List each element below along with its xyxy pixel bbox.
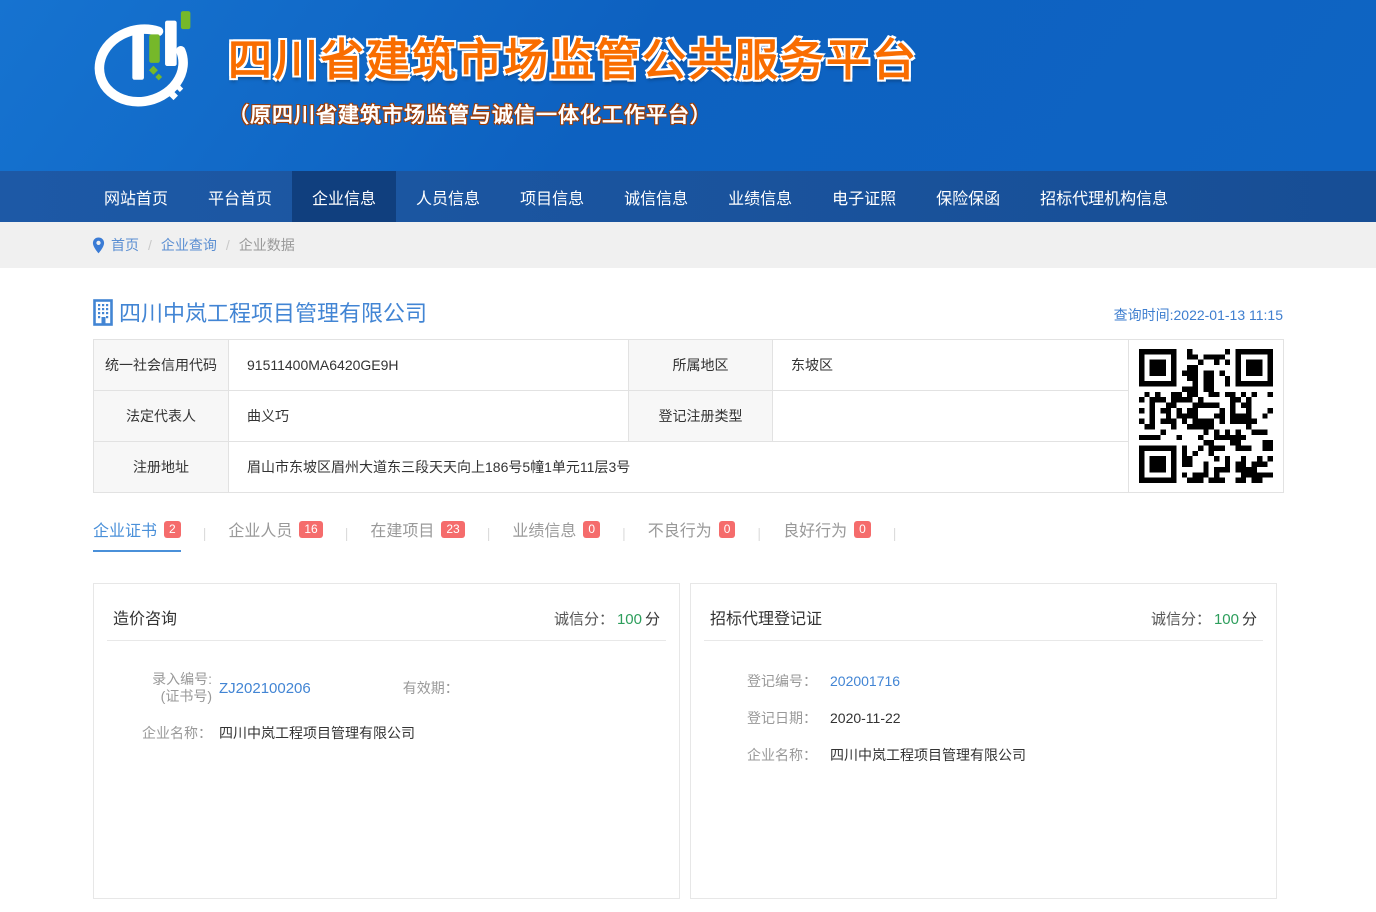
location-pin-icon [92, 237, 105, 254]
tab-enterprise-certificates[interactable]: 企业证书 2 [93, 517, 181, 552]
breadcrumb-enterprise-search[interactable]: 企业查询 [161, 235, 217, 255]
nav-item-credit-info[interactable]: 诚信信息 [604, 171, 708, 222]
qr-cell [1129, 340, 1284, 493]
certificate-cards: 造价咨询 诚信分：100分 录入编号: (证书号) ZJ202100206 有效… [93, 583, 1283, 899]
tab-performance-info[interactable]: 业绩信息 0 [512, 517, 600, 552]
field-value: 四川中岚工程项目管理有限公司 [830, 745, 1026, 765]
count-badge: 0 [854, 521, 871, 538]
tab-enterprise-personnel[interactable]: 企业人员 16 [228, 517, 322, 552]
card-body: 登记编号： 202001716 登记日期： 2020-11-22 企业名称： 四… [691, 641, 1276, 765]
field-row-company-name: 企业名称： 四川中岚工程项目管理有限公司 [747, 745, 1276, 765]
query-time: 查询时间:2022-01-13 11:15 [1114, 305, 1283, 328]
credit-score-value: 100 [617, 611, 642, 628]
tab-separator: | [345, 525, 349, 552]
nav-item-platform-home[interactable]: 平台首页 [188, 171, 292, 222]
main-content: 四川中岚工程项目管理有限公司 查询时间:2022-01-13 11:15 统一社… [93, 296, 1283, 912]
main-nav: 网站首页 平台首页 企业信息 人员信息 项目信息 诚信信息 业绩信息 电子证照 … [0, 171, 1376, 222]
value-region: 东坡区 [773, 340, 1129, 391]
qr-code [1129, 349, 1283, 483]
field-label: 登记编号： [747, 671, 829, 691]
site-header: 四川省建筑市场监管公共服务平台 （原四川省建筑市场监管与诚信一体化工作平台） [0, 0, 1376, 171]
validity-label: 有效期： [403, 678, 459, 698]
field-label: 录入编号: (证书号) [94, 671, 212, 705]
field-label: 登记日期： [747, 708, 829, 728]
site-title: 四川省建筑市场监管公共服务平台 [228, 24, 918, 88]
tab-separator: | [893, 525, 897, 552]
logo-icon [86, 8, 204, 122]
field-label: 企业名称： [747, 745, 829, 765]
company-name: 四川中岚工程项目管理有限公司 [119, 296, 427, 328]
field-label: 企业名称： [94, 723, 212, 743]
tab-separator: | [487, 525, 491, 552]
label-registered-address: 注册地址 [94, 442, 229, 493]
value-registration-type [773, 391, 1129, 442]
company-info-table: 统一社会信用代码 91511400MA6420GE9H 所属地区 东坡区 法定代… [93, 339, 1284, 493]
company-title-row: 四川中岚工程项目管理有限公司 查询时间:2022-01-13 11:15 [93, 296, 1283, 328]
card-header: 造价咨询 诚信分：100分 [107, 584, 666, 641]
card-title: 招标代理登记证 [710, 605, 822, 629]
tab-separator: | [622, 525, 626, 552]
nav-item-personnel-info[interactable]: 人员信息 [396, 171, 500, 222]
field-row-registration-date: 登记日期： 2020-11-22 [747, 708, 1276, 728]
breadcrumb: 首页 / 企业查询 / 企业数据 [0, 222, 1376, 268]
nav-item-project-info[interactable]: 项目信息 [500, 171, 604, 222]
card-title: 造价咨询 [113, 605, 177, 629]
nav-item-e-certificate[interactable]: 电子证照 [812, 171, 916, 222]
label-region: 所属地区 [629, 340, 773, 391]
tab-good-behavior[interactable]: 良好行为 0 [783, 517, 871, 552]
field-value: 2020-11-22 [830, 710, 901, 726]
tab-separator: | [203, 525, 207, 552]
table-row: 统一社会信用代码 91511400MA6420GE9H 所属地区 东坡区 [94, 340, 1284, 391]
count-badge: 0 [583, 521, 600, 538]
label-legal-representative: 法定代表人 [94, 391, 229, 442]
nav-item-bidding-agency-info[interactable]: 招标代理机构信息 [1020, 171, 1188, 222]
nav-item-home[interactable]: 网站首页 [84, 171, 188, 222]
label-registration-type: 登记注册类型 [629, 391, 773, 442]
tab-projects-in-progress[interactable]: 在建项目 23 [370, 517, 464, 552]
field-row-registration-number: 登记编号： 202001716 [747, 671, 1276, 691]
certificate-number-link[interactable]: ZJ202100206 [219, 680, 311, 697]
card-cost-consulting: 造价咨询 诚信分：100分 录入编号: (证书号) ZJ202100206 有效… [93, 583, 680, 899]
card-header: 招标代理登记证 诚信分：100分 [704, 584, 1263, 641]
site-logo[interactable] [86, 8, 204, 122]
tabs-bar: 企业证书 2 | 企业人员 16 | 在建项目 23 | 业绩信息 0 | 不良… [93, 517, 1283, 552]
tab-bad-behavior[interactable]: 不良行为 0 [648, 517, 736, 552]
value-legal-representative: 曲义巧 [229, 391, 629, 442]
value-credit-code: 91511400MA6420GE9H [229, 340, 629, 391]
site-subtitle: （原四川省建筑市场监管与诚信一体化工作平台） [228, 99, 918, 129]
field-value: 四川中岚工程项目管理有限公司 [219, 723, 415, 743]
count-badge: 23 [441, 521, 464, 538]
credit-score-value: 100 [1214, 611, 1239, 628]
card-body: 录入编号: (证书号) ZJ202100206 有效期： 企业名称： 四川中岚工… [94, 641, 679, 743]
title-block: 四川省建筑市场监管公共服务平台 （原四川省建筑市场监管与诚信一体化工作平台） [228, 24, 918, 129]
company-title: 四川中岚工程项目管理有限公司 [93, 296, 427, 328]
nav-item-enterprise-info[interactable]: 企业信息 [292, 171, 396, 222]
count-badge: 0 [719, 521, 736, 538]
nav-item-insurance[interactable]: 保险保函 [916, 171, 1020, 222]
field-row-reg-number: 录入编号: (证书号) ZJ202100206 有效期： [94, 671, 679, 705]
card-bidding-agency-registration: 招标代理登记证 诚信分：100分 登记编号： 202001716 登记日期： 2… [690, 583, 1277, 899]
field-row-company-name: 企业名称： 四川中岚工程项目管理有限公司 [94, 723, 679, 743]
credit-score: 诚信分：100分 [1151, 608, 1257, 629]
value-registered-address: 眉山市东坡区眉州大道东三段天天向上186号5幢1单元11层3号 [229, 442, 1129, 493]
table-row: 注册地址 眉山市东坡区眉州大道东三段天天向上186号5幢1单元11层3号 [94, 442, 1284, 493]
nav-item-performance-info[interactable]: 业绩信息 [708, 171, 812, 222]
breadcrumb-home[interactable]: 首页 [111, 235, 139, 255]
building-icon [93, 299, 116, 326]
breadcrumb-separator: / [148, 237, 152, 253]
breadcrumb-separator: / [226, 237, 230, 253]
tab-separator: | [757, 525, 761, 552]
count-badge: 16 [299, 521, 322, 538]
count-badge: 2 [164, 521, 181, 538]
credit-score: 诚信分：100分 [554, 608, 660, 629]
registration-number-link[interactable]: 202001716 [830, 673, 900, 689]
table-row: 法定代表人 曲义巧 登记注册类型 [94, 391, 1284, 442]
breadcrumb-current: 企业数据 [239, 235, 295, 255]
label-credit-code: 统一社会信用代码 [94, 340, 229, 391]
